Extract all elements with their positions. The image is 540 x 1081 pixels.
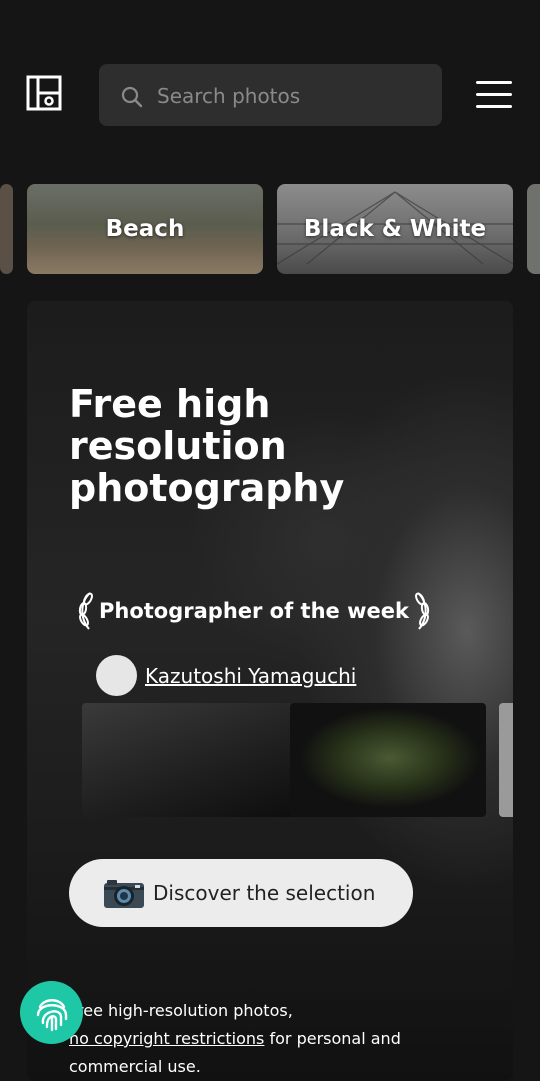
photographer-name-link[interactable]: Kazutoshi Yamaguchi (145, 664, 356, 688)
footer-text-prefix: Free high-resolution photos, (69, 1001, 293, 1020)
photographer-info: Kazutoshi Yamaguchi (96, 655, 356, 696)
discover-selection-label: Discover the selection (153, 881, 376, 905)
search-bar[interactable] (99, 64, 442, 128)
fingerprint-icon (36, 998, 67, 1031)
menu-icon-bar (476, 93, 512, 96)
category-card-partial[interactable] (527, 184, 540, 274)
hero-title: Free high resolution photography (69, 382, 345, 510)
category-label: Beach (105, 216, 185, 242)
photo-thumbnail[interactable] (82, 703, 302, 817)
search-icon (121, 86, 143, 108)
photo-thumbnail[interactable] (290, 703, 486, 817)
avatar[interactable] (96, 655, 137, 696)
menu-button[interactable] (476, 81, 512, 108)
hero-footer-text: Free high-resolution photos, no copyrigh… (69, 997, 449, 1081)
menu-icon-bar (476, 81, 512, 84)
camera-icon (104, 880, 144, 908)
menu-icon-bar (476, 105, 512, 108)
photographer-heading-text: Photographer of the week (99, 599, 409, 623)
photo-thumbnail[interactable] (499, 703, 513, 817)
fingerprint-button[interactable] (20, 981, 83, 1044)
category-card-beach[interactable]: Beach (27, 184, 263, 274)
discover-selection-button[interactable]: Discover the selection (69, 859, 413, 927)
logo-icon (26, 75, 62, 111)
photographer-of-week-heading: Photographer of the week (75, 591, 433, 631)
search-input[interactable] (155, 64, 429, 128)
category-label: Black & White (303, 216, 487, 242)
category-card-black-white[interactable]: Black & White (277, 184, 513, 274)
laurel-left-icon (78, 592, 93, 630)
laurel-right-icon (415, 592, 430, 630)
category-card-partial[interactable] (0, 184, 13, 274)
no-copyright-link[interactable]: no copyright restrictions (69, 1029, 264, 1048)
site-logo[interactable] (26, 75, 62, 111)
hero-section: Free high resolution photography Photogr… (27, 301, 513, 1081)
